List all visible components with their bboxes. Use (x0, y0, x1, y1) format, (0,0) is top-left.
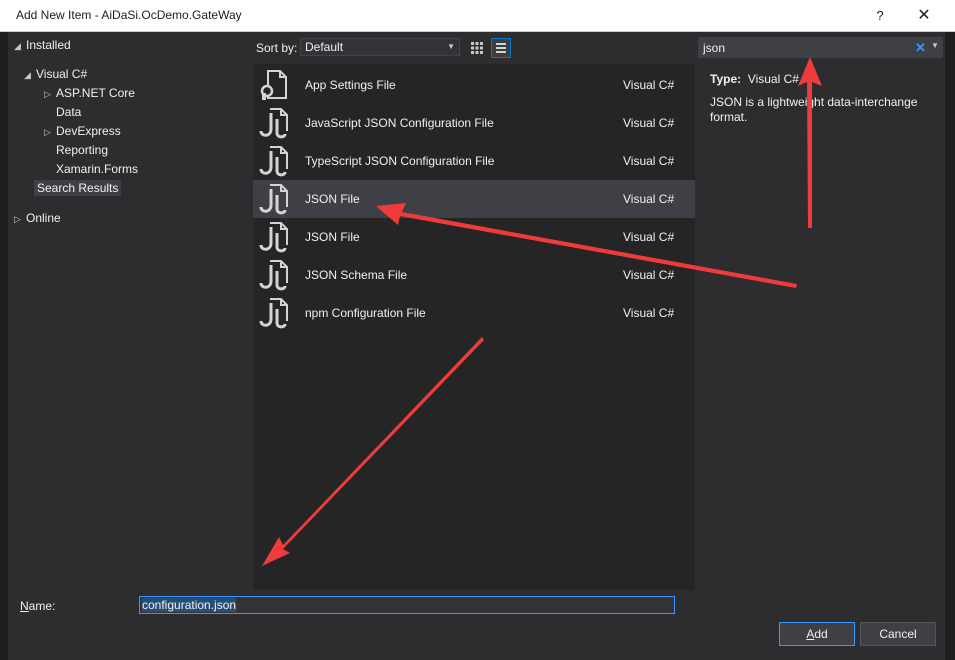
template-name: npm Configuration File (305, 306, 426, 320)
grid-view-icon (471, 42, 483, 54)
detail-type: Type: Visual C# (710, 72, 799, 86)
collapsed-chevron-icon[interactable]: ▷ (14, 210, 26, 229)
sort-toolbar: Sort by: Default ▼ (253, 32, 695, 64)
sort-by-label: Sort by: (256, 41, 298, 55)
expanded-chevron-icon[interactable]: ◢ (24, 66, 36, 85)
tree-item-label: Xamarin.Forms (56, 162, 139, 176)
template-name: JavaScript JSON Configuration File (305, 116, 494, 130)
tree-item-label: Visual C# (36, 67, 88, 81)
template-item-json-file[interactable]: JSON File Visual C# (253, 218, 695, 256)
template-language: Visual C# (623, 78, 675, 92)
template-item-js-json-config[interactable]: JavaScript JSON Configuration File Visua… (253, 104, 695, 142)
template-name: App Settings File (305, 78, 396, 92)
title-bar: Add New Item - AiDaSi.OcDemo.GateWay ? ✕ (0, 0, 955, 32)
detail-type-value: Visual C# (747, 72, 799, 86)
json-file-icon (259, 298, 288, 329)
template-item-json-file-selected[interactable]: JSON File Visual C# (253, 180, 695, 218)
template-name: TypeScript JSON Configuration File (305, 154, 495, 168)
tree-item-visual-csharp[interactable]: ◢ Visual C# (24, 65, 87, 84)
tree-item-aspnet-core[interactable]: ▷ ASP.NET Core (44, 84, 135, 103)
help-button[interactable]: ? (866, 4, 894, 28)
template-item-json-schema[interactable]: JSON Schema File Visual C# (253, 256, 695, 294)
template-item-ts-json-config[interactable]: TypeScript JSON Configuration File Visua… (253, 142, 695, 180)
template-language: Visual C# (623, 116, 675, 130)
tree-item-reporting[interactable]: Reporting (56, 141, 108, 160)
search-input[interactable]: json ✕ ▼ (698, 37, 943, 58)
template-name: JSON Schema File (305, 268, 408, 282)
bottom-bar: Name: configuration.json Add Cancel (8, 590, 945, 660)
template-item-app-settings[interactable]: App Settings File Visual C# (253, 66, 695, 104)
add-label: dd (814, 627, 828, 641)
cancel-button[interactable]: Cancel (860, 622, 936, 646)
tree-item-label: Data (56, 105, 82, 119)
close-button[interactable]: ✕ (910, 4, 938, 28)
category-tree: ◢ Installed ◢ Visual C# ▷ ASP.NET Core Data… (8, 32, 253, 590)
name-label: Name: (20, 599, 55, 613)
list-view-icon (496, 43, 506, 45)
settings-file-icon (260, 70, 287, 100)
template-language: Visual C# (623, 306, 675, 320)
name-field[interactable]: configuration.json (139, 596, 675, 614)
detail-description: JSON is a lightweight data-interchange f… (710, 95, 918, 124)
template-language: Visual C# (623, 154, 675, 168)
tree-item-data[interactable]: Data (56, 103, 81, 122)
grid-view-button[interactable] (467, 38, 487, 58)
detail-type-label: Type: (710, 72, 742, 86)
template-name: JSON File (305, 192, 360, 206)
list-view-button[interactable] (491, 38, 511, 58)
collapsed-chevron-icon[interactable]: ▷ (44, 123, 56, 142)
tree-item-label: Search Results (34, 180, 122, 196)
tree-item-online[interactable]: ▷ Online (14, 209, 61, 228)
name-label-accesskey: N (20, 599, 29, 613)
tree-item-xamarin-forms[interactable]: Xamarin.Forms (56, 160, 138, 179)
detail-panel: Type: Visual C# JSON is a lightweight da… (698, 64, 943, 590)
template-language: Visual C# (623, 192, 675, 206)
tree-item-search-results[interactable]: Search Results (34, 179, 122, 198)
add-button[interactable]: Add (779, 622, 855, 646)
template-item-npm-config[interactable]: npm Configuration File Visual C# (253, 294, 695, 332)
chevron-down-icon: ▼ (447, 42, 455, 51)
json-file-icon (259, 108, 288, 139)
left-edge (0, 32, 8, 660)
sort-by-value: Default (305, 40, 344, 54)
tree-item-label: Installed (26, 38, 71, 52)
window-title: Add New Item - AiDaSi.OcDemo.GateWay (16, 8, 242, 22)
name-field-value: configuration.json (142, 598, 237, 612)
json-file-icon (259, 260, 288, 291)
template-list: App Settings File Visual C# JavaScript J… (253, 64, 695, 590)
template-name: JSON File (305, 230, 360, 244)
sort-by-dropdown[interactable]: Default ▼ (300, 38, 460, 56)
tree-item-devexpress[interactable]: ▷ DevExpress (44, 122, 121, 141)
template-language: Visual C# (623, 230, 675, 244)
tree-item-installed[interactable]: ◢ Installed (14, 36, 71, 55)
clear-search-icon[interactable]: ✕ (915, 40, 926, 56)
tree-item-label: Online (26, 211, 61, 225)
json-file-icon (259, 146, 288, 177)
tree-item-label: Reporting (56, 143, 109, 157)
tree-item-label: DevExpress (56, 124, 121, 138)
collapsed-chevron-icon[interactable]: ▷ (44, 85, 56, 104)
name-label-text: ame: (28, 599, 56, 613)
right-edge (945, 32, 955, 660)
tree-item-label: ASP.NET Core (56, 86, 135, 100)
json-file-icon (259, 184, 288, 215)
expanded-chevron-icon[interactable]: ◢ (14, 37, 26, 56)
json-file-icon (259, 222, 288, 253)
chevron-down-icon[interactable]: ▼ (931, 41, 939, 50)
search-value: json (703, 41, 726, 55)
template-language: Visual C# (623, 268, 675, 282)
